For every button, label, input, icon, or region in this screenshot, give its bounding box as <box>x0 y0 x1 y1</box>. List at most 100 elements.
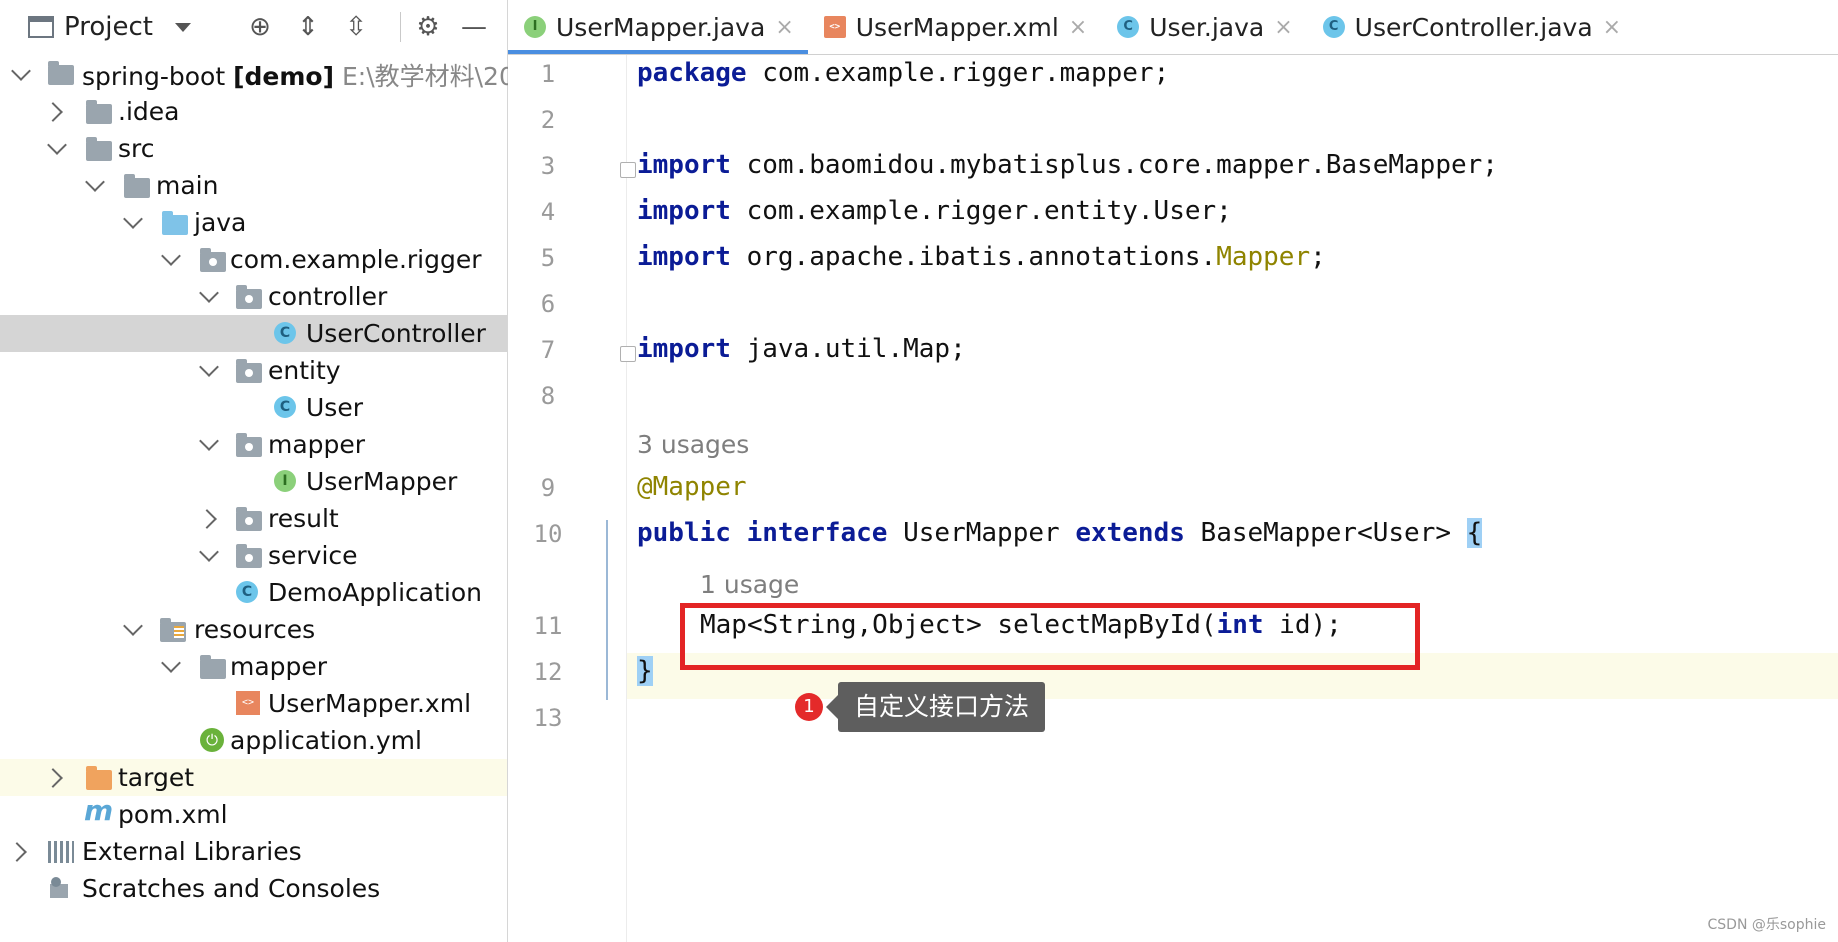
tree-row-spring-boot[interactable]: spring-boot [demo] E:\教学材料\2023 <box>0 56 547 93</box>
package-icon <box>236 359 262 383</box>
folder-icon <box>86 100 112 124</box>
chevron-down-icon[interactable] <box>174 22 191 32</box>
code-line-5[interactable]: import org.apache.ibatis.annotations.Map… <box>637 242 1326 272</box>
toolbar-divider <box>400 12 401 42</box>
expand-arrow-icon[interactable] <box>161 246 181 266</box>
tree-row-mapper[interactable]: mapper <box>0 426 507 463</box>
tree-label: UserMapper.xml <box>268 689 472 718</box>
close-icon[interactable]: × <box>1069 15 1087 40</box>
tree-label: mapper <box>230 652 328 681</box>
tab-label: UserController.java <box>1354 12 1593 42</box>
tree-row-external-libraries[interactable]: External Libraries <box>0 833 507 870</box>
line-number: 13 <box>533 704 563 732</box>
tree-row-package[interactable]: com.example.rigger <box>0 241 507 278</box>
code-line-10[interactable]: public interface UserMapper extends Base… <box>637 518 1483 548</box>
line-number: 7 <box>540 336 556 364</box>
tree-row-service[interactable]: service <box>0 537 507 574</box>
tree-row-pom[interactable]: m pom.xml <box>0 794 507 833</box>
expand-arrow-icon[interactable] <box>123 616 143 636</box>
tree-row-entity[interactable]: entity <box>0 352 507 389</box>
close-icon[interactable]: × <box>1274 15 1292 40</box>
code-line-3[interactable]: import com.baomidou.mybatisplus.core.map… <box>637 150 1498 180</box>
tree-row-main[interactable]: main <box>0 167 507 204</box>
tree-row-resources[interactable]: resources <box>0 611 507 648</box>
collapse-arrow-icon[interactable] <box>7 842 27 862</box>
tree-row-application-yml[interactable]: ⏻ application.yml <box>0 722 507 759</box>
project-panel-header: Project ⊕ ⇕ ⇳ ⚙ — <box>0 0 507 54</box>
locate-file-icon[interactable]: ⊕ <box>244 11 276 43</box>
fold-marker-icon[interactable] <box>620 162 636 178</box>
code-line-12[interactable]: } <box>637 656 653 686</box>
folder-icon <box>200 655 226 679</box>
tree-label: spring-boot <box>82 61 226 91</box>
usages-hint[interactable]: 1 usage <box>700 570 799 599</box>
annotation-tooltip: 自定义接口方法 <box>825 682 1046 732</box>
code-line-9[interactable]: @Mapper <box>637 472 747 502</box>
expand-all-icon[interactable]: ⇕ <box>292 11 324 43</box>
expand-arrow-icon[interactable] <box>199 431 219 451</box>
close-icon[interactable]: × <box>1603 15 1621 40</box>
xml-file-icon: <> <box>823 16 846 38</box>
minimize-icon[interactable]: — <box>458 11 490 43</box>
tree-label: UserMapper <box>306 467 458 496</box>
expand-arrow-icon[interactable] <box>85 172 105 192</box>
collapse-arrow-icon[interactable] <box>43 768 63 788</box>
code-line-7[interactable]: import java.util.Map; <box>637 334 966 364</box>
tree-label: src <box>118 134 155 163</box>
collapse-arrow-icon[interactable] <box>197 509 217 529</box>
tree-label: .idea <box>118 97 180 126</box>
tree-row-target[interactable]: target <box>0 759 507 796</box>
tree-row-idea[interactable]: .idea <box>0 93 507 130</box>
collapse-arrow-icon[interactable] <box>43 102 63 122</box>
step-badge: 1 <box>795 693 823 721</box>
expand-arrow-icon[interactable] <box>199 283 219 303</box>
tree-row-demoapplication[interactable]: C DemoApplication <box>0 574 507 611</box>
expand-arrow-icon[interactable] <box>161 653 181 673</box>
excluded-folder-icon <box>86 766 112 790</box>
highlight-box <box>680 603 1420 670</box>
tree-label: com.example.rigger <box>230 245 482 274</box>
expand-arrow-icon[interactable] <box>199 542 219 562</box>
tree-row-src[interactable]: src <box>0 130 507 167</box>
project-window-icon <box>28 16 54 38</box>
tab-usermapper-xml[interactable]: <> UserMapper.xml × <box>808 0 1101 54</box>
line-number: 11 <box>533 612 563 640</box>
scope-indicator <box>606 520 608 700</box>
close-icon[interactable]: × <box>775 15 793 40</box>
tree-row-java[interactable]: java <box>0 204 507 241</box>
tab-user-java[interactable]: C User.java × <box>1101 0 1306 54</box>
usages-hint[interactable]: 3 usages <box>637 430 749 459</box>
tab-usercontroller-java[interactable]: C UserController.java × <box>1307 0 1635 54</box>
tree-row-user[interactable]: C User <box>0 389 507 426</box>
expand-arrow-icon[interactable] <box>123 209 143 229</box>
gear-icon[interactable]: ⚙ <box>412 11 444 43</box>
tree-row-resources-mapper[interactable]: mapper <box>0 648 507 685</box>
tree-label: main <box>156 171 219 200</box>
library-icon <box>48 841 74 863</box>
tab-label: UserMapper.java <box>556 12 766 42</box>
tab-usermapper-java[interactable]: I UserMapper.java × <box>508 0 808 54</box>
tree-row-controller[interactable]: controller <box>0 278 507 315</box>
expand-arrow-icon[interactable] <box>11 61 31 81</box>
class-icon: C <box>1322 16 1345 38</box>
expand-arrow-icon[interactable] <box>199 357 219 377</box>
tree-row-usermapper-xml[interactable]: <> UserMapper.xml <box>0 685 507 722</box>
tree-row-scratches[interactable]: Scratches and Consoles <box>0 870 507 907</box>
tree-label: resources <box>194 615 316 644</box>
line-number: 10 <box>533 520 563 548</box>
project-view-selector[interactable]: Project <box>28 12 191 42</box>
folder-icon <box>124 174 150 198</box>
fold-marker-icon[interactable] <box>620 346 636 362</box>
tree-label: pom.xml <box>118 800 228 829</box>
code-line-1[interactable]: package com.example.rigger.mapper; <box>637 58 1169 88</box>
tree-row-usercontroller[interactable]: C UserController <box>0 315 507 352</box>
package-icon <box>236 433 262 457</box>
module-name-badge: [demo] <box>233 61 335 91</box>
code-line-4[interactable]: import com.example.rigger.entity.User; <box>637 196 1232 226</box>
tree-row-result[interactable]: result <box>0 500 507 537</box>
expand-arrow-icon[interactable] <box>47 135 67 155</box>
package-icon <box>236 507 262 531</box>
tree-label: DemoApplication <box>268 578 482 607</box>
tree-row-usermapper[interactable]: I UserMapper <box>0 463 507 500</box>
collapse-all-icon[interactable]: ⇳ <box>340 11 372 43</box>
